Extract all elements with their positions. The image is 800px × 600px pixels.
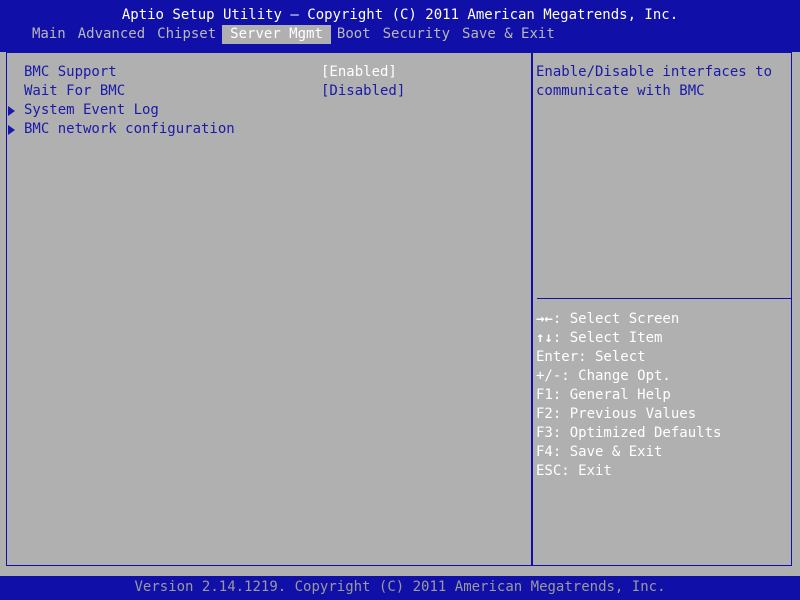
key-legend-select-screen: →←: Select Screen [536, 310, 679, 329]
tab-save-exit[interactable]: Save & Exit [456, 25, 561, 44]
key-legend-f1: F1: General Help [536, 387, 671, 403]
left-right-arrows-icon: →← [536, 311, 553, 327]
submenu-arrow-icon [8, 125, 15, 135]
panel-divider [531, 52, 533, 566]
key-legend-change-opt: +/-: Change Opt. [536, 368, 671, 384]
tab-advanced[interactable]: Advanced [72, 25, 151, 44]
submenu-system-event-log[interactable]: System Event Log [24, 101, 159, 120]
tab-boot[interactable]: Boot [331, 25, 377, 44]
key-legend-f4: F4: Save & Exit [536, 444, 663, 460]
submenu-bmc-network-configuration[interactable]: BMC network configuration [24, 120, 235, 139]
help-text-line: Enable/Disable interfaces to [536, 64, 773, 80]
key-legend-f3: F3: Optimized Defaults [536, 425, 722, 441]
key-legend-enter: Enter: Select [536, 349, 646, 365]
status-bar: Version 2.14.1219. Copyright (C) 2011 Am… [0, 576, 800, 600]
tab-security[interactable]: Security [377, 25, 456, 44]
setting-bmc-support-label[interactable]: BMC Support [24, 63, 117, 82]
tab-bar: Main Advanced Chipset Server Mgmt Boot S… [26, 25, 561, 44]
bios-title: Aptio Setup Utility – Copyright (C) 2011… [121, 7, 679, 23]
submenu-arrow-icon [8, 106, 15, 116]
up-down-arrows-icon: ↑↓ [536, 330, 553, 346]
title-bar: Aptio Setup Utility – Copyright (C) 2011… [0, 0, 800, 52]
key-legend-text: : Select Screen [552, 311, 680, 327]
key-legend-f2: F2: Previous Values [536, 406, 697, 422]
tab-server-mgmt[interactable]: Server Mgmt [222, 25, 331, 44]
tab-chipset[interactable]: Chipset [151, 25, 222, 44]
help-text-line: communicate with BMC [536, 83, 705, 99]
setting-wait-for-bmc-label[interactable]: Wait For BMC [24, 82, 125, 101]
setting-bmc-support-value[interactable]: [Enabled] [321, 63, 397, 82]
help-divider [537, 298, 792, 299]
version-text: Version 2.14.1219. Copyright (C) 2011 Am… [134, 579, 666, 595]
setting-wait-for-bmc-value[interactable]: [Disabled] [321, 82, 405, 101]
key-legend-select-item: ↑↓: Select Item [536, 329, 662, 348]
tab-main[interactable]: Main [26, 25, 72, 44]
key-legend-esc: ESC: Exit [536, 463, 612, 479]
key-legend-text: : Select Item [552, 330, 663, 346]
